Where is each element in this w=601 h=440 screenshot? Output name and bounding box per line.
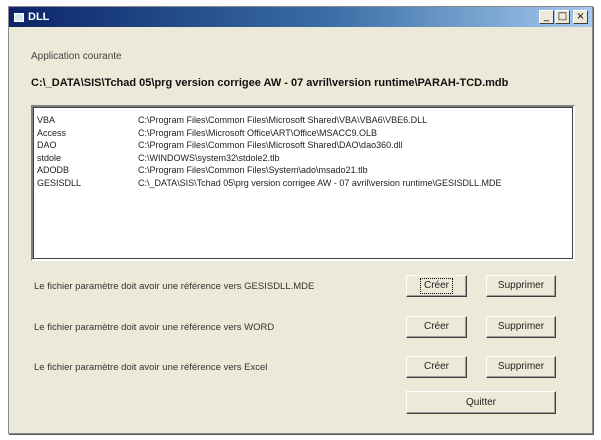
reference-path: C:\Program Files\Common Files\System\ado… [138, 165, 368, 175]
reference-row[interactable]: GESISDLL C:\_DATA\SIS\Tchad 05\prg versi… [33, 177, 573, 190]
quit-button[interactable]: Quitter [406, 391, 556, 414]
excel-reference-label: Le fichier paramètre doit avoir une réfé… [34, 362, 268, 373]
reference-path: C:\Program Files\Common Files\Microsoft … [138, 140, 403, 150]
word-reference-label: Le fichier paramètre doit avoir une réfé… [34, 322, 275, 333]
reference-name: VBA [37, 115, 56, 125]
current-app-label: Application courante [31, 51, 122, 62]
delete-excel-button[interactable]: Supprimer [486, 356, 556, 378]
dll-window: DLL _ □ × Application courante C:\_DATA\… [8, 6, 593, 434]
delete-gesisdll-button[interactable]: Supprimer [486, 275, 556, 297]
create-gesisdll-button[interactable]: Créer [406, 275, 467, 297]
gesisdll-reference-label: Le fichier paramètre doit avoir une réfé… [34, 281, 315, 292]
maximize-icon[interactable]: □ [555, 10, 570, 24]
reference-row[interactable]: Access C:\Program Files\Microsoft Office… [33, 127, 573, 140]
minimize-icon[interactable]: _ [539, 10, 554, 24]
title-bar[interactable]: DLL _ □ × [9, 7, 592, 27]
reference-name: DAO [37, 140, 57, 150]
app-icon [14, 12, 24, 22]
delete-word-button[interactable]: Supprimer [486, 316, 556, 338]
reference-path: C:\WINDOWS\system32\stdole2.tlb [138, 152, 280, 163]
reference-path: C:\Program Files\Common Files\Microsoft … [138, 115, 428, 125]
window-title: DLL [28, 11, 50, 23]
close-icon[interactable]: × [573, 10, 588, 24]
reference-name: GESISDLL [37, 177, 82, 188]
references-list[interactable]: VBA C:\Program Files\Common Files\Micros… [31, 105, 575, 261]
create-word-button[interactable]: Créer [406, 316, 467, 338]
reference-path: C:\_DATA\SIS\Tchad 05\prg version corrig… [138, 177, 502, 188]
create-excel-button[interactable]: Créer [406, 356, 467, 378]
current-app-path: C:\_DATA\SIS\Tchad 05\prg version corrig… [31, 77, 509, 89]
reference-name: stdole [37, 152, 62, 163]
reference-path: C:\Program Files\Microsoft Office\ART\Of… [138, 127, 378, 138]
reference-row[interactable]: stdole C:\WINDOWS\system32\stdole2.tlb [33, 152, 573, 165]
reference-row[interactable]: DAO C:\Program Files\Common Files\Micros… [33, 139, 573, 152]
reference-row[interactable]: ADODB C:\Program Files\Common Files\Syst… [33, 164, 573, 177]
reference-row[interactable]: VBA C:\Program Files\Common Files\Micros… [33, 114, 573, 127]
reference-name: ADODB [37, 165, 70, 175]
reference-name: Access [37, 127, 67, 138]
window-controls: _ □ × [539, 10, 588, 24]
